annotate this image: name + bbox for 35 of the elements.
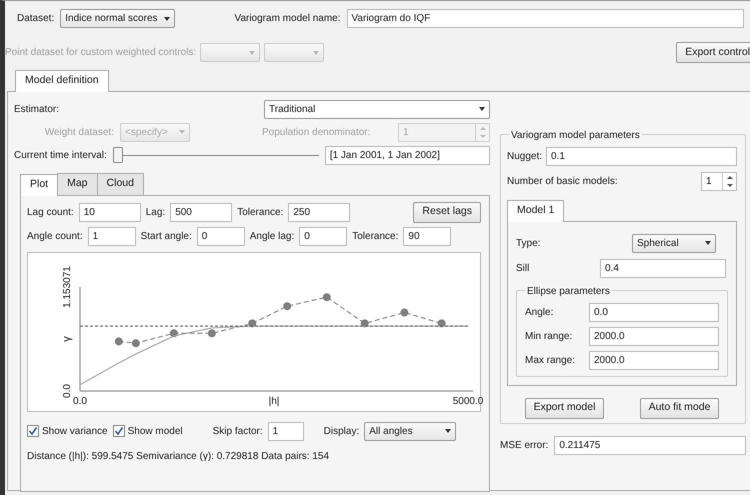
axis-tick-label: 0.0: [73, 396, 87, 406]
axis-tick-label: 1.153071: [62, 266, 73, 308]
field-label: Point dataset for custom weighted controls:: [5, 46, 196, 60]
field-label: Display:: [324, 424, 360, 438]
field-label: Angle count:: [27, 230, 83, 244]
field-label: Sill: [516, 262, 530, 276]
field-label: Weight dataset:: [44, 126, 114, 140]
status-text: Distance (|h|): 599.5475 Semivariance (γ): 0.729818 Data pairs: 154: [27, 450, 330, 464]
axis-label: |h|: [268, 396, 280, 406]
group-title: Variogram model parameters: [509, 128, 642, 143]
field-label: Start angle:: [140, 230, 192, 244]
field-label: Variogram model name:: [234, 12, 340, 26]
field-label: Angle:: [525, 306, 554, 320]
field-label: MSE error:: [500, 438, 548, 453]
axis-tick-label: 0.0: [62, 384, 73, 398]
field-label: Show variance: [42, 424, 108, 438]
field-label: Tolerance:: [237, 206, 284, 220]
field-label: Dataset:: [17, 12, 54, 26]
field-label: Population denominator:: [262, 126, 370, 140]
field-label: Max range:: [525, 354, 576, 368]
field-label: Skip factor:: [212, 424, 263, 438]
field-label: Show model: [128, 424, 183, 438]
field-label: Current time interval:: [14, 148, 107, 163]
field-label: Lag count:: [27, 206, 74, 220]
field-label: Tolerance:: [352, 230, 398, 244]
field-label: Estimator:: [14, 102, 60, 117]
field-label: Number of basic models:: [507, 174, 618, 189]
field-label: Lag:: [146, 206, 166, 220]
group-title: Ellipse parameters: [525, 284, 612, 298]
axis-label: γ: [61, 336, 73, 342]
field-label: Min range:: [525, 330, 574, 344]
field-label: Type:: [516, 236, 540, 250]
field-label: Nugget:: [507, 150, 542, 164]
field-label: Angle lag:: [250, 230, 294, 244]
axis-tick-label: 5000.0: [452, 396, 484, 406]
